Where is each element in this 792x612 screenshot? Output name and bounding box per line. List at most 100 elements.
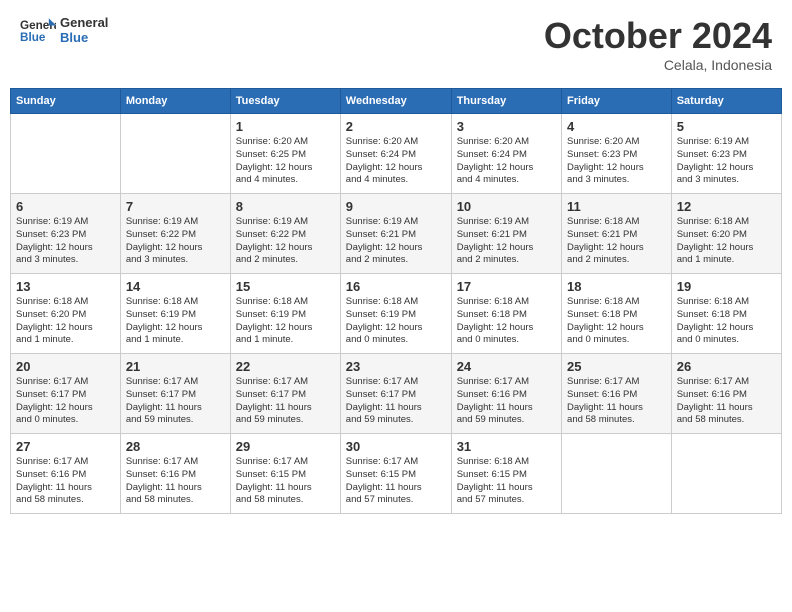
location: Celala, Indonesia (544, 57, 772, 73)
calendar-cell: 15 Sunrise: 6:18 AM Sunset: 6:19 PM Dayli… (230, 274, 340, 354)
calendar-week-3: 13 Sunrise: 6:18 AM Sunset: 6:20 PM Dayli… (11, 274, 782, 354)
logo: General Blue General Blue (20, 15, 108, 45)
calendar-cell: 6 Sunrise: 6:19 AM Sunset: 6:23 PM Daylig… (11, 194, 121, 274)
weekday-header-saturday: Saturday (671, 89, 781, 114)
day-number: 17 (457, 279, 556, 294)
day-number: 26 (677, 359, 776, 374)
day-number: 31 (457, 439, 556, 454)
day-info: Sunrise: 6:19 AM Sunset: 6:22 PM Dayligh… (236, 216, 335, 267)
day-number: 19 (677, 279, 776, 294)
logo-blue-text: Blue (60, 30, 108, 45)
weekday-header-monday: Monday (120, 89, 230, 114)
weekday-header-friday: Friday (562, 89, 672, 114)
calendar-cell: 23 Sunrise: 6:17 AM Sunset: 6:17 PM Dayli… (340, 354, 451, 434)
calendar-cell: 13 Sunrise: 6:18 AM Sunset: 6:20 PM Dayli… (11, 274, 121, 354)
day-info: Sunrise: 6:18 AM Sunset: 6:15 PM Dayligh… (457, 456, 556, 507)
calendar-cell: 26 Sunrise: 6:17 AM Sunset: 6:16 PM Dayli… (671, 354, 781, 434)
day-number: 29 (236, 439, 335, 454)
calendar-cell: 29 Sunrise: 6:17 AM Sunset: 6:15 PM Dayli… (230, 434, 340, 514)
calendar-week-4: 20 Sunrise: 6:17 AM Sunset: 6:17 PM Dayli… (11, 354, 782, 434)
day-info: Sunrise: 6:17 AM Sunset: 6:17 PM Dayligh… (16, 376, 115, 427)
calendar-cell (671, 434, 781, 514)
day-info: Sunrise: 6:19 AM Sunset: 6:21 PM Dayligh… (346, 216, 446, 267)
day-info: Sunrise: 6:18 AM Sunset: 6:18 PM Dayligh… (567, 296, 666, 347)
day-info: Sunrise: 6:17 AM Sunset: 6:16 PM Dayligh… (126, 456, 225, 507)
weekday-header-sunday: Sunday (11, 89, 121, 114)
calendar-cell: 22Sunrise: 6:17 AM Sunset: 6:17 PM Dayli… (230, 354, 340, 434)
day-info: Sunrise: 6:17 AM Sunset: 6:16 PM Dayligh… (567, 376, 666, 427)
calendar-cell: 12 Sunrise: 6:18 AM Sunset: 6:20 PM Dayli… (671, 194, 781, 274)
day-number: 20 (16, 359, 115, 374)
calendar-cell: 31 Sunrise: 6:18 AM Sunset: 6:15 PM Dayli… (451, 434, 561, 514)
calendar-cell: 27 Sunrise: 6:17 AM Sunset: 6:16 PM Dayli… (11, 434, 121, 514)
calendar-cell: 24 Sunrise: 6:17 AM Sunset: 6:16 PM Dayli… (451, 354, 561, 434)
logo-general-text: General (60, 15, 108, 30)
day-number: 21 (126, 359, 225, 374)
day-number: 3 (457, 119, 556, 134)
day-info: Sunrise: 6:18 AM Sunset: 6:19 PM Dayligh… (126, 296, 225, 347)
calendar-cell (11, 114, 121, 194)
day-number: 18 (567, 279, 666, 294)
day-number: 5 (677, 119, 776, 134)
day-info: Sunrise: 6:17 AM Sunset: 6:17 PM Dayligh… (346, 376, 446, 427)
day-info: Sunrise: 6:18 AM Sunset: 6:18 PM Dayligh… (677, 296, 776, 347)
calendar-cell: 1Sunrise: 6:20 AM Sunset: 6:25 PM Daylig… (230, 114, 340, 194)
calendar-cell: 8Sunrise: 6:19 AM Sunset: 6:22 PM Daylig… (230, 194, 340, 274)
day-number: 2 (346, 119, 446, 134)
day-number: 13 (16, 279, 115, 294)
svg-text:Blue: Blue (20, 31, 46, 44)
day-info: Sunrise: 6:18 AM Sunset: 6:20 PM Dayligh… (16, 296, 115, 347)
day-info: Sunrise: 6:17 AM Sunset: 6:15 PM Dayligh… (236, 456, 335, 507)
day-info: Sunrise: 6:19 AM Sunset: 6:22 PM Dayligh… (126, 216, 225, 267)
calendar-table: SundayMondayTuesdayWednesdayThursdayFrid… (10, 88, 782, 514)
calendar-cell: 2 Sunrise: 6:20 AM Sunset: 6:24 PM Daylig… (340, 114, 451, 194)
title-block: October 2024 Celala, Indonesia (544, 15, 772, 73)
calendar-week-5: 27 Sunrise: 6:17 AM Sunset: 6:16 PM Dayli… (11, 434, 782, 514)
day-number: 11 (567, 199, 666, 214)
day-number: 9 (346, 199, 446, 214)
day-number: 14 (126, 279, 225, 294)
day-number: 4 (567, 119, 666, 134)
day-number: 27 (16, 439, 115, 454)
day-info: Sunrise: 6:17 AM Sunset: 6:15 PM Dayligh… (346, 456, 446, 507)
calendar-cell: 30Sunrise: 6:17 AM Sunset: 6:15 PM Dayli… (340, 434, 451, 514)
day-info: Sunrise: 6:18 AM Sunset: 6:19 PM Dayligh… (346, 296, 446, 347)
calendar-cell: 16 Sunrise: 6:18 AM Sunset: 6:19 PM Dayli… (340, 274, 451, 354)
calendar-cell: 21Sunrise: 6:17 AM Sunset: 6:17 PM Dayli… (120, 354, 230, 434)
day-number: 16 (346, 279, 446, 294)
day-number: 23 (346, 359, 446, 374)
day-info: Sunrise: 6:19 AM Sunset: 6:21 PM Dayligh… (457, 216, 556, 267)
day-info: Sunrise: 6:17 AM Sunset: 6:16 PM Dayligh… (677, 376, 776, 427)
calendar-cell: 11 Sunrise: 6:18 AM Sunset: 6:21 PM Dayli… (562, 194, 672, 274)
day-info: Sunrise: 6:18 AM Sunset: 6:19 PM Dayligh… (236, 296, 335, 347)
weekday-header-thursday: Thursday (451, 89, 561, 114)
day-number: 7 (126, 199, 225, 214)
month-title: October 2024 (544, 15, 772, 57)
day-number: 10 (457, 199, 556, 214)
calendar-cell: 17Sunrise: 6:18 AM Sunset: 6:18 PM Dayli… (451, 274, 561, 354)
calendar-cell: 10 Sunrise: 6:19 AM Sunset: 6:21 PM Dayli… (451, 194, 561, 274)
logo-icon: General Blue (20, 16, 56, 44)
day-number: 12 (677, 199, 776, 214)
day-info: Sunrise: 6:17 AM Sunset: 6:16 PM Dayligh… (457, 376, 556, 427)
day-info: Sunrise: 6:17 AM Sunset: 6:16 PM Dayligh… (16, 456, 115, 507)
calendar-cell: 9 Sunrise: 6:19 AM Sunset: 6:21 PM Daylig… (340, 194, 451, 274)
day-info: Sunrise: 6:18 AM Sunset: 6:21 PM Dayligh… (567, 216, 666, 267)
day-number: 22 (236, 359, 335, 374)
day-info: Sunrise: 6:18 AM Sunset: 6:20 PM Dayligh… (677, 216, 776, 267)
calendar-cell: 14 Sunrise: 6:18 AM Sunset: 6:19 PM Dayli… (120, 274, 230, 354)
calendar-cell: 3Sunrise: 6:20 AM Sunset: 6:24 PM Daylig… (451, 114, 561, 194)
day-number: 15 (236, 279, 335, 294)
day-info: Sunrise: 6:20 AM Sunset: 6:24 PM Dayligh… (346, 136, 446, 187)
day-info: Sunrise: 6:20 AM Sunset: 6:25 PM Dayligh… (236, 136, 335, 187)
calendar-week-2: 6 Sunrise: 6:19 AM Sunset: 6:23 PM Daylig… (11, 194, 782, 274)
day-number: 6 (16, 199, 115, 214)
calendar-cell: 4Sunrise: 6:20 AM Sunset: 6:23 PM Daylig… (562, 114, 672, 194)
day-number: 24 (457, 359, 556, 374)
day-info: Sunrise: 6:19 AM Sunset: 6:23 PM Dayligh… (16, 216, 115, 267)
weekday-header-row: SundayMondayTuesdayWednesdayThursdayFrid… (11, 89, 782, 114)
day-number: 28 (126, 439, 225, 454)
calendar-cell (562, 434, 672, 514)
calendar-week-1: 1Sunrise: 6:20 AM Sunset: 6:25 PM Daylig… (11, 114, 782, 194)
weekday-header-tuesday: Tuesday (230, 89, 340, 114)
